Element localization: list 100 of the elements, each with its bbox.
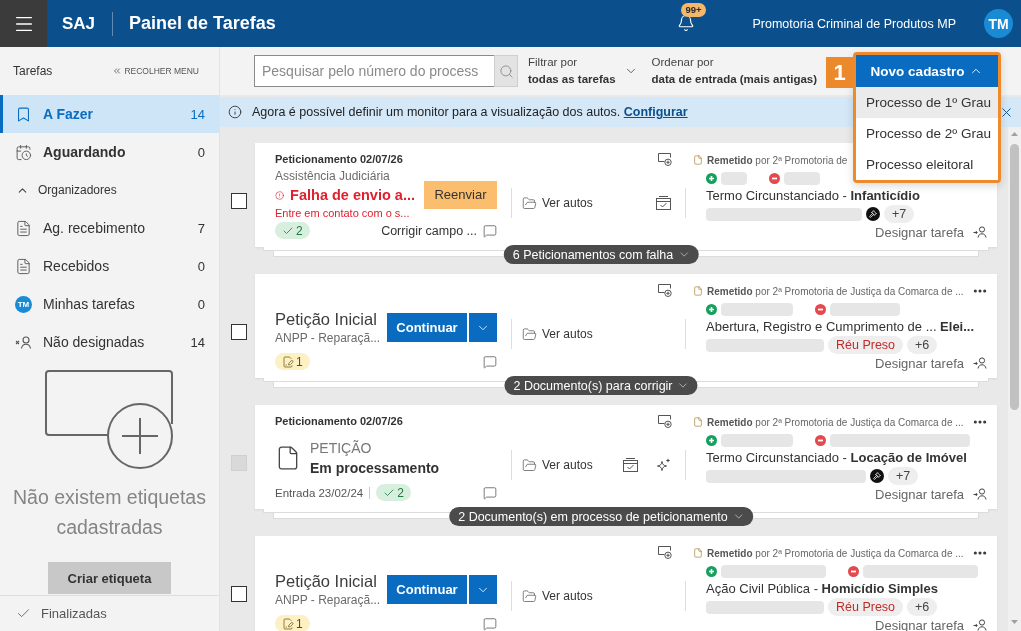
error-icon bbox=[275, 188, 285, 202]
continue-button[interactable]: Continuar bbox=[387, 575, 467, 604]
more-tag: +7 bbox=[888, 467, 919, 485]
redacted-text bbox=[784, 171, 820, 185]
nav-item[interactable]: TM Minhas tarefas 0 bbox=[0, 285, 219, 323]
document-icon bbox=[693, 286, 703, 296]
checkbox[interactable] bbox=[231, 193, 247, 209]
comment-icon[interactable] bbox=[483, 354, 497, 369]
group-toggle[interactable]: 2 Documento(s) para corrigir bbox=[504, 376, 698, 395]
document-title: Petição Inicial bbox=[275, 308, 378, 330]
case-type: Assistência Judiciária bbox=[275, 168, 391, 185]
new-record-button[interactable]: Novo cadastro bbox=[856, 55, 998, 87]
sender-line: Remetido por 2ª Promotoria de Justiça da Comarca de ... bbox=[707, 547, 964, 559]
menu-button[interactable] bbox=[0, 0, 47, 47]
sort-dropdown[interactable]: Ordenar por data de entrada (mais antigas) bbox=[651, 54, 818, 88]
menu-item[interactable]: Processo eleitoral bbox=[856, 149, 998, 180]
plus-circle-icon bbox=[706, 565, 717, 577]
checkbox[interactable] bbox=[231, 324, 247, 340]
case-type: ANPP - Reparaçã... bbox=[275, 591, 378, 609]
user-avatar: TM bbox=[15, 295, 32, 313]
search-icon bbox=[498, 63, 514, 79]
resend-button[interactable]: Reenviar bbox=[424, 180, 497, 209]
view-records-link[interactable]: Ver autos bbox=[522, 326, 593, 342]
sender-line: Remetido por 2ª Promotoria de Justiça da Comarca de ... bbox=[707, 416, 964, 428]
group-toggle[interactable]: 6 Peticionamentos com falha bbox=[503, 245, 699, 264]
view-records-link[interactable]: Ver autos bbox=[522, 588, 593, 604]
screen-plus-icon[interactable] bbox=[658, 284, 672, 297]
badge-count: 2 bbox=[296, 223, 303, 238]
task-count: 7 bbox=[197, 220, 205, 236]
create-tag-button[interactable]: Criar etiqueta bbox=[48, 562, 171, 594]
edit-document-icon bbox=[282, 617, 294, 630]
document-icon bbox=[693, 155, 703, 165]
double-chevron-icon bbox=[112, 66, 123, 76]
document-icon bbox=[693, 548, 703, 558]
comment-icon[interactable] bbox=[483, 616, 497, 631]
section-toggle[interactable]: Organizadores bbox=[0, 171, 219, 209]
user-name: Promotoria Criminal de Produtos MP bbox=[752, 16, 956, 31]
badge-count: 1 bbox=[296, 616, 303, 631]
assign-user-icon bbox=[973, 226, 987, 238]
page-title: Painel de Tarefas bbox=[129, 13, 276, 34]
folder-icon bbox=[522, 457, 537, 473]
configure-link[interactable]: Configurar bbox=[623, 105, 688, 119]
user-avatar[interactable]: TM bbox=[984, 9, 1013, 38]
task-count: 0 bbox=[197, 258, 205, 274]
comment-icon[interactable] bbox=[483, 485, 497, 500]
scrollbar[interactable] bbox=[1008, 127, 1021, 631]
folder-icon bbox=[522, 326, 537, 342]
assign-user-icon bbox=[973, 619, 987, 631]
sender-line: Remetido por 2ª Promotoria de bbox=[707, 154, 848, 166]
more-tag: +7 bbox=[884, 205, 915, 223]
screen-plus-icon[interactable] bbox=[658, 546, 672, 559]
minus-circle-icon bbox=[815, 303, 826, 315]
task-count: 14 bbox=[190, 106, 205, 122]
assign-task-button[interactable]: Designar tarefa bbox=[875, 223, 987, 241]
checkbox[interactable] bbox=[231, 586, 247, 602]
case-type: ANPP - Reparaçã... bbox=[275, 329, 378, 347]
collapse-menu-button[interactable]: RECOLHER MENU bbox=[112, 66, 199, 76]
redacted-text bbox=[830, 302, 900, 316]
case-subject: Termo Circunstanciado - Infanticídio bbox=[705, 187, 921, 205]
banner-message: Agora é possível definir um monitor para a visualização dos autos. Configurar bbox=[252, 105, 688, 119]
correction-note: Corrigir campo ... bbox=[381, 223, 477, 238]
gavel-icon bbox=[866, 207, 880, 221]
petition-date: Peticionamento 02/07/26 bbox=[275, 414, 404, 428]
comment-icon[interactable] bbox=[483, 223, 497, 238]
view-records-link[interactable]: Ver autos bbox=[522, 195, 593, 211]
continue-button[interactable]: Continuar bbox=[387, 313, 467, 342]
edit-document-icon bbox=[282, 355, 294, 368]
error-detail: Entre em contato com o s... bbox=[275, 206, 411, 221]
case-subject: Ação Civil Pública - Homicídio Simples bbox=[705, 580, 939, 598]
status-tag: Réu Preso bbox=[828, 336, 904, 354]
menu-item[interactable]: Processo de 2º Grau bbox=[856, 118, 998, 149]
nav-item[interactable]: Aguardando 0 bbox=[0, 133, 219, 171]
task-count: 0 bbox=[197, 296, 205, 312]
plus-circle-icon bbox=[706, 172, 717, 184]
task-count: 0 bbox=[197, 144, 205, 160]
task-count: 14 bbox=[190, 334, 205, 350]
nav-item[interactable]: Não designadas 14 bbox=[0, 323, 219, 361]
document-icon bbox=[15, 219, 32, 237]
sender-line: Remetido por 2ª Promotoria de Justiça da Comarca de ... bbox=[707, 285, 964, 297]
nav-item[interactable]: Recebidos 0 bbox=[0, 247, 219, 285]
more-tag: +6 bbox=[907, 598, 938, 616]
assign-task-button[interactable]: Designar tarefa bbox=[875, 354, 987, 372]
redacted-text bbox=[721, 171, 747, 185]
redacted-text bbox=[721, 302, 793, 316]
more-tag: +6 bbox=[907, 336, 938, 354]
nav-item[interactable]: Ag. recebimento 7 bbox=[0, 209, 219, 247]
gavel-icon bbox=[870, 469, 884, 483]
filter-dropdown[interactable]: Filtrar por todas as tarefas bbox=[528, 54, 638, 88]
status-tag: Réu Preso bbox=[828, 598, 904, 616]
finished-tasks-link[interactable]: Finalizadas bbox=[16, 606, 107, 621]
nav-item[interactable]: A Fazer 14 bbox=[0, 95, 219, 133]
screen-plus-icon[interactable] bbox=[658, 415, 672, 428]
menu-item[interactable]: Processo de 1º Grau bbox=[856, 87, 998, 118]
bookmark-icon bbox=[15, 105, 32, 123]
search-field[interactable]: Pesquisar pelo número do process bbox=[254, 55, 494, 87]
screen-plus-icon[interactable] bbox=[658, 153, 672, 166]
document-icon bbox=[15, 257, 32, 275]
notification-icon[interactable] bbox=[677, 13, 696, 32]
redacted-text bbox=[721, 433, 793, 447]
window-check-icon[interactable] bbox=[656, 196, 671, 210]
